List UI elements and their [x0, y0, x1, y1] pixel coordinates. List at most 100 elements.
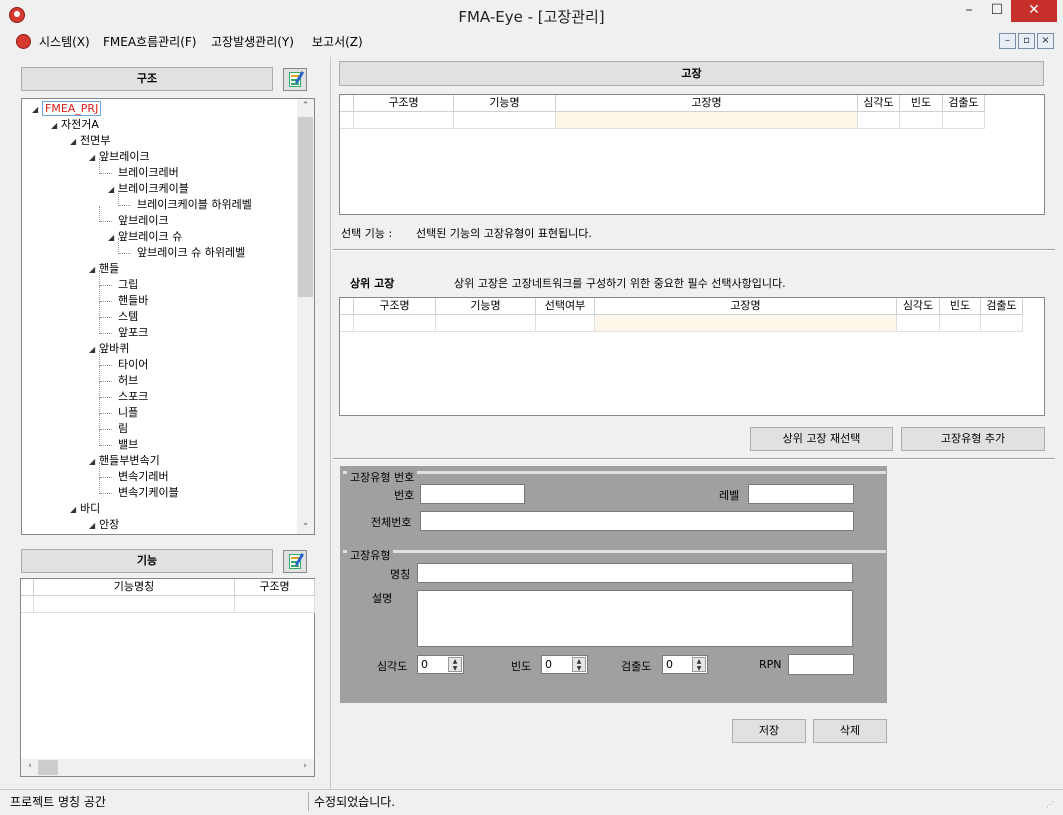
menu-fmea-flow[interactable]: FMEA흐름관리(F): [103, 33, 196, 50]
close-button[interactable]: ✕: [1011, 0, 1057, 22]
number-field[interactable]: [420, 484, 525, 504]
save-button[interactable]: 저장: [732, 719, 806, 743]
scroll-right-icon[interactable]: ›: [299, 761, 311, 771]
tree-node[interactable]: 변속기레버: [100, 470, 169, 484]
expand-triangle-icon[interactable]: ◢: [70, 503, 76, 517]
column-header[interactable]: 고장명: [595, 298, 897, 315]
tree-node[interactable]: 앞브레이크: [100, 214, 169, 228]
name-field[interactable]: [417, 563, 853, 583]
tree-node[interactable]: 앞포크: [100, 326, 148, 340]
grid-cell[interactable]: [940, 315, 981, 332]
spin-updown-icon[interactable]: ▲ ▼: [692, 657, 706, 672]
column-header[interactable]: 기능명: [454, 95, 556, 112]
scroll-down-icon[interactable]: ⌄: [297, 518, 314, 532]
minimize-button[interactable]: –: [955, 0, 983, 22]
column-header[interactable]: 심각도: [897, 298, 940, 315]
grid-cell[interactable]: [354, 315, 436, 332]
column-header[interactable]: 심각도: [858, 95, 900, 112]
tree-node[interactable]: 앞브레이크 슈 하위레벨: [119, 246, 245, 260]
spin-updown-icon[interactable]: ▲ ▼: [572, 657, 586, 672]
rpn-field[interactable]: [788, 654, 854, 675]
expand-triangle-icon[interactable]: ◢: [108, 231, 114, 245]
resize-grip-icon[interactable]: ⋰: [1046, 800, 1054, 809]
expand-triangle-icon[interactable]: ◢: [89, 455, 95, 469]
maximize-button[interactable]: ☐: [983, 0, 1011, 22]
level-field[interactable]: [748, 484, 854, 504]
tree-node[interactable]: 허브: [100, 374, 138, 388]
tree-node[interactable]: 핸들바: [100, 294, 148, 308]
scroll-left-icon[interactable]: ‹: [24, 761, 36, 771]
grid-cell[interactable]: [235, 596, 315, 613]
hscroll-thumb[interactable]: [38, 760, 58, 775]
description-textarea[interactable]: [417, 590, 853, 647]
full-number-field[interactable]: [420, 511, 854, 531]
grid-cell[interactable]: [897, 315, 940, 332]
function-grid-hscrollbar[interactable]: [21, 759, 314, 776]
grid-cell[interactable]: [556, 112, 858, 129]
frequency-stepper[interactable]: 0 ▲ ▼: [541, 655, 588, 674]
grid-cell[interactable]: [900, 112, 943, 129]
detection-stepper[interactable]: 0 ▲ ▼: [662, 655, 708, 674]
grid-cell[interactable]: [943, 112, 985, 129]
tree-node[interactable]: 스템: [100, 310, 138, 324]
column-header[interactable]: 고장명: [556, 95, 858, 112]
expand-triangle-icon[interactable]: ◢: [51, 119, 57, 133]
function-edit-button[interactable]: [283, 550, 307, 573]
pane-divider[interactable]: [330, 57, 331, 789]
tree-node[interactable]: 니플: [100, 406, 138, 420]
severity-stepper[interactable]: 0 ▲ ▼: [417, 655, 464, 674]
column-header[interactable]: 검출도: [943, 95, 985, 112]
column-header[interactable]: 구조명: [354, 298, 436, 315]
structure-edit-button[interactable]: [283, 68, 307, 91]
column-header[interactable]: 기능명: [436, 298, 536, 315]
delete-button[interactable]: 삭제: [813, 719, 887, 743]
scroll-up-icon[interactable]: ⌃: [297, 101, 314, 115]
expand-triangle-icon[interactable]: ◢: [89, 519, 95, 533]
grid-cell[interactable]: [34, 596, 235, 613]
structure-button[interactable]: 구조: [21, 67, 273, 91]
menu-system[interactable]: 시스템(X): [39, 33, 90, 50]
column-header[interactable]: 구조명: [235, 579, 315, 596]
tree-node[interactable]: 브레이크레버: [100, 166, 179, 180]
tree-scroll-thumb[interactable]: [298, 117, 313, 297]
column-header[interactable]: 기능명칭: [34, 579, 235, 596]
menu-report[interactable]: 보고서(Z): [312, 33, 363, 50]
tree-node[interactable]: 브레이크케이블 하위레벨: [119, 198, 252, 212]
tree-node[interactable]: 그립: [100, 278, 138, 292]
reselect-upper-failure-button[interactable]: 상위 고장 재선택: [750, 427, 893, 451]
tree-node[interactable]: 림: [100, 422, 128, 436]
grid-cell[interactable]: [595, 315, 897, 332]
tree-node[interactable]: ◢ 자전거A: [51, 118, 99, 133]
menu-app-icon[interactable]: [16, 34, 31, 49]
tree-node[interactable]: 밸브: [100, 438, 138, 452]
expand-triangle-icon[interactable]: ◢: [89, 151, 95, 165]
tree-node[interactable]: ◢ 바디: [70, 502, 100, 517]
failure-grid[interactable]: 구조명 기능명 고장명 심각도 빈도 검출도: [339, 94, 1045, 215]
tree-node[interactable]: ◢ 앞브레이크: [89, 150, 150, 165]
mdi-close-button[interactable]: ×: [1037, 33, 1054, 49]
grid-cell[interactable]: [536, 315, 595, 332]
mdi-minimize-button[interactable]: –: [999, 33, 1016, 49]
tree-node[interactable]: ◢ 앞바퀴: [89, 342, 129, 357]
tree-node[interactable]: 타이어: [100, 358, 148, 372]
upper-failure-grid[interactable]: 구조명 기능명 선택여부 고장명 심각도 빈도 검출도: [339, 297, 1045, 416]
tree-node[interactable]: ◢ 안장: [89, 518, 119, 533]
expand-triangle-icon[interactable]: ◢: [108, 183, 114, 197]
grid-cell[interactable]: [354, 112, 454, 129]
function-grid[interactable]: 기능명칭 구조명 ‹ ›: [20, 578, 315, 777]
column-header[interactable]: 검출도: [981, 298, 1023, 315]
menu-failure-occurrence[interactable]: 고장발생관리(Y): [211, 33, 294, 50]
tree-node[interactable]: 스포크: [100, 390, 148, 404]
expand-triangle-icon[interactable]: ◢: [70, 135, 76, 149]
column-header[interactable]: 선택여부: [536, 298, 595, 315]
structure-tree[interactable]: ◢ FMEA_PRJ ◢ 자전거A ◢ 전면부 ◢ 앞브레이크 브레이크레버 ◢ 브레이크케이블 브레…: [21, 98, 315, 535]
tree-node[interactable]: ◢ 전면부: [70, 134, 110, 149]
grid-cell[interactable]: [981, 315, 1023, 332]
expand-triangle-icon[interactable]: ◢: [89, 343, 95, 357]
tree-node[interactable]: 변속기케이블: [100, 486, 179, 500]
grid-cell[interactable]: [436, 315, 536, 332]
column-header[interactable]: 빈도: [940, 298, 981, 315]
grid-cell[interactable]: [454, 112, 556, 129]
mdi-restore-button[interactable]: ▫: [1018, 33, 1035, 49]
expand-triangle-icon[interactable]: ◢: [89, 263, 95, 277]
